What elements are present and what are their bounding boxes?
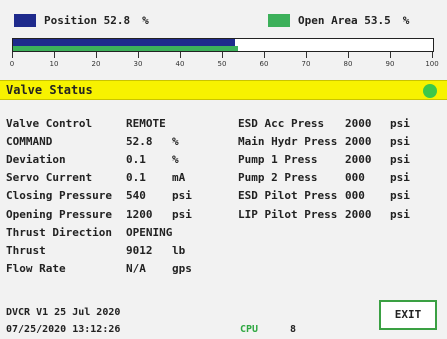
open-area-fill xyxy=(13,46,238,51)
scale-tick xyxy=(96,52,97,58)
scale-tick xyxy=(12,52,13,58)
param-label: Deviation xyxy=(6,153,66,167)
date-time: 07/25/2020 13:12:26 xyxy=(6,324,121,335)
param-unit: psi xyxy=(172,189,192,203)
param-label: Main Hydr Press xyxy=(238,135,338,149)
cpu-label: CPU xyxy=(240,324,259,335)
param-unit: % xyxy=(172,135,179,149)
cpu-value: 8 xyxy=(290,324,297,335)
param-unit: psi xyxy=(390,117,410,130)
position-label: Position 52.8 xyxy=(44,13,131,27)
param-unit: lb xyxy=(172,243,186,257)
exit-button[interactable]: EXIT xyxy=(379,300,437,330)
position-unit: % xyxy=(142,13,149,27)
position-fill xyxy=(13,39,235,46)
valve-status-title: Valve Status xyxy=(6,83,93,97)
param-value: 000 xyxy=(345,189,365,203)
scale-tick xyxy=(222,52,223,58)
open-area-label: Open Area 53.5 xyxy=(298,13,391,27)
scale-tick xyxy=(306,52,307,58)
param-label: ESD Acc Press xyxy=(238,117,325,130)
scale-tick-label: 50 xyxy=(217,60,227,68)
param-unit: psi xyxy=(390,207,410,221)
param-unit: psi xyxy=(390,189,410,203)
param-label: Closing Pressure xyxy=(6,189,112,203)
percent-scale: 0 10 20 30 40 50 60 70 80 90 100 xyxy=(9,52,439,76)
param-label: Pump 2 Press xyxy=(238,171,318,185)
param-label: Valve Control xyxy=(6,117,93,130)
scale-tick-label: 90 xyxy=(385,60,395,68)
position-legend: Position 52.8 % xyxy=(14,12,149,28)
param-value: 0.1 xyxy=(126,153,146,167)
param-unit: psi xyxy=(390,153,410,167)
param-label: Pump 1 Press xyxy=(238,153,318,167)
scale-tick-label: 0 xyxy=(9,60,15,68)
param-label: Opening Pressure xyxy=(6,207,112,221)
param-label: COMMAND xyxy=(6,135,53,149)
param-unit: psi xyxy=(390,171,410,185)
param-value: 2000 xyxy=(345,153,372,167)
param-label: ESD Pilot Press xyxy=(238,189,338,203)
scale-tick xyxy=(138,52,139,58)
param-value: 540 xyxy=(126,189,146,203)
param-label: LIP Pilot Press xyxy=(238,207,338,221)
param-value: 000 xyxy=(345,171,365,185)
param-value: 9012 xyxy=(126,243,153,257)
scale-tick xyxy=(54,52,55,58)
scale-tick-label: 20 xyxy=(91,60,101,68)
open-area-legend: Open Area 53.5 % xyxy=(268,12,409,28)
scale-tick xyxy=(264,52,265,58)
param-value: 2000 xyxy=(345,135,372,149)
param-value: REMOTE xyxy=(126,117,166,130)
position-swatch xyxy=(14,13,36,27)
position-bar xyxy=(12,38,434,52)
valve-status-bar: Valve Status xyxy=(0,80,447,100)
param-value: 52.8 xyxy=(126,135,153,149)
param-label: Servo Current xyxy=(6,171,93,185)
param-value: 2000 xyxy=(345,207,372,221)
status-indicator-light xyxy=(423,84,437,98)
param-label: Flow Rate xyxy=(6,261,66,275)
scale-tick xyxy=(348,52,349,58)
scale-tick-label: 30 xyxy=(133,60,143,68)
scale-tick-label: 100 xyxy=(425,60,439,68)
param-value: N/A xyxy=(126,261,146,275)
scale-tick-label: 10 xyxy=(49,60,59,68)
param-label: Thrust xyxy=(6,243,46,257)
param-label: Thrust Direction xyxy=(6,225,112,239)
scale-tick-label: 40 xyxy=(175,60,185,68)
firmware-version: DVCR V1 25 Jul 2020 xyxy=(6,307,121,318)
scale-tick-label: 60 xyxy=(259,60,269,68)
param-value: 0.1 xyxy=(126,171,146,185)
scale-tick xyxy=(432,52,433,58)
param-value: OPENING xyxy=(126,225,173,239)
param-unit: gps xyxy=(172,261,192,275)
param-value: 2000 xyxy=(345,117,372,130)
param-unit: psi xyxy=(390,135,410,149)
param-value: 1200 xyxy=(126,207,153,221)
open-area-swatch xyxy=(268,13,290,27)
scale-tick xyxy=(390,52,391,58)
param-unit: psi xyxy=(172,207,192,221)
open-area-unit: % xyxy=(402,13,410,27)
param-unit: mA xyxy=(172,171,186,185)
scale-tick-label: 80 xyxy=(343,60,353,68)
scale-tick xyxy=(180,52,181,58)
param-unit: % xyxy=(172,153,179,167)
scale-tick-label: 70 xyxy=(301,60,311,68)
